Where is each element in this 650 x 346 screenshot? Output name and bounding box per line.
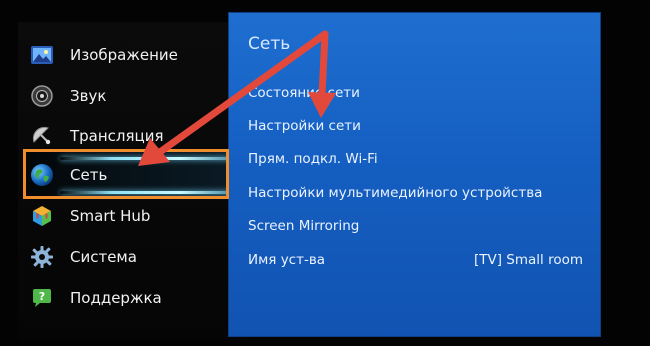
network-submenu-panel: Сеть Состояние сети Настройки сети Прям.…	[228, 12, 601, 337]
panel-item-label: Прям. подкл. Wi-Fi	[248, 151, 378, 167]
panel-item-wifi-direct[interactable]: Прям. подкл. Wi-Fi	[248, 148, 583, 170]
panel-item-multimedia-device-settings[interactable]: Настройки мультимедийного устройства	[248, 182, 583, 204]
panel-item-label: Настройки мультимедийного устройства	[248, 185, 543, 201]
menu-item-label: Трансляция	[70, 127, 164, 145]
menu-item-smart-hub[interactable]: Smart Hub	[30, 198, 230, 234]
menu-item-label: Smart Hub	[70, 207, 151, 225]
smart-hub-cube-icon	[33, 206, 51, 226]
highlight-box	[23, 149, 229, 199]
menu-item-system[interactable]: Система	[30, 239, 230, 275]
menu-item-label: Изображение	[70, 46, 178, 64]
panel-item-label: Состояние сети	[248, 85, 360, 101]
menu-item-label: Система	[70, 248, 137, 266]
gear-icon	[31, 246, 53, 268]
panel-item-screen-mirroring[interactable]: Screen Mirroring	[248, 215, 583, 237]
menu-item-sound[interactable]: Звук	[30, 78, 230, 114]
tv-settings-screen: Изображение Звук Трансляция Сеть Smart H…	[0, 0, 650, 346]
svg-text:?: ?	[39, 290, 45, 303]
panel-item-label: Screen Mirroring	[248, 218, 360, 234]
support-bubble-icon: ?	[33, 289, 51, 307]
panel-item-label: Имя уст-ва	[248, 252, 326, 268]
speaker-icon	[31, 85, 53, 107]
panel-item-network-settings[interactable]: Настройки сети	[248, 115, 583, 137]
menu-item-label: Поддержка	[70, 289, 162, 307]
menu-item-support[interactable]: ? Поддержка	[30, 280, 230, 316]
panel-item-value: [TV] Small room	[473, 252, 583, 268]
menu-item-label: Звук	[70, 87, 107, 105]
panel-item-label: Настройки сети	[248, 118, 361, 134]
panel-item-network-status[interactable]: Состояние сети	[248, 82, 583, 104]
satellite-dish-icon	[32, 126, 51, 145]
panel-title: Сеть	[248, 34, 291, 54]
menu-item-picture[interactable]: Изображение	[30, 37, 230, 73]
panel-item-device-name[interactable]: Имя уст-ва [TV] Small room	[248, 249, 583, 271]
picture-icon	[31, 46, 53, 64]
